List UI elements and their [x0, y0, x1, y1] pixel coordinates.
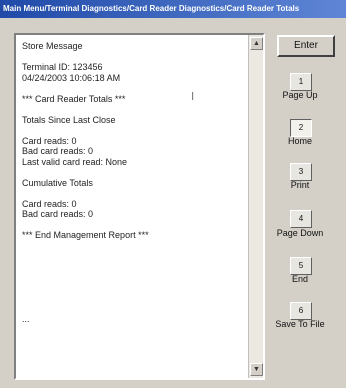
report-line: Bad card reads: 0 — [22, 209, 94, 219]
report-line — [22, 188, 248, 199]
print-key[interactable]: 3 — [290, 163, 312, 181]
report-line — [22, 104, 248, 115]
report-line: Bad card reads: 0 — [22, 146, 94, 156]
report-line — [22, 83, 248, 94]
report-line — [22, 293, 248, 304]
report-line — [22, 251, 248, 262]
report-panel: Store Message Terminal ID: 123456 04/24/… — [14, 33, 265, 380]
report-line: Store Message — [22, 41, 83, 51]
report-line: Card reads: 0 — [22, 198, 77, 209]
report-line: ... — [22, 314, 30, 324]
home-label: Home — [287, 136, 312, 146]
page-down-key[interactable]: 4 — [290, 210, 312, 228]
report-line: *** Card Reader Totals *** — [22, 93, 126, 104]
page-up-label: Page Up — [282, 90, 318, 100]
report-line — [22, 167, 248, 178]
report-line — [22, 304, 248, 315]
report-line: Totals Since Last Close — [22, 114, 116, 125]
report-line — [22, 262, 248, 273]
report-line: *** End Management Report *** — [22, 230, 149, 240]
report-line — [22, 125, 248, 136]
report-text: Store Message Terminal ID: 123456 04/24/… — [22, 41, 248, 335]
report-line — [22, 241, 248, 252]
report-line: Last valid card read: None — [22, 156, 128, 167]
report-line: 04/24/2003 10:06:18 AM — [22, 72, 121, 83]
report-line — [22, 52, 248, 63]
text-cursor-icon: I — [191, 90, 195, 103]
report-line: Terminal ID: 123456 — [22, 62, 103, 72]
page-up-key[interactable]: 1 — [290, 73, 312, 91]
end-key[interactable]: 5 — [290, 257, 312, 275]
arrow-down-icon[interactable]: ▼ — [250, 363, 263, 376]
end-label: End — [291, 274, 308, 284]
save-to-file-label: Save To File — [275, 319, 325, 329]
report-line — [22, 325, 248, 336]
report-line — [22, 220, 248, 231]
window-title: Main Menu/Terminal Diagnostics/Card Read… — [0, 0, 346, 18]
report-line: Card reads: 0 — [22, 135, 77, 146]
page-down-label: Page Down — [276, 228, 324, 238]
arrow-up-icon[interactable]: ▲ — [250, 37, 263, 50]
report-line — [22, 283, 248, 294]
print-label: Print — [290, 180, 310, 190]
report-line — [22, 272, 248, 283]
report-line: Cumulative Totals — [22, 177, 93, 188]
save-to-file-key[interactable]: 6 — [290, 302, 312, 320]
enter-button[interactable]: Enter — [277, 35, 335, 57]
home-key[interactable]: 2 — [290, 119, 312, 137]
vertical-scrollbar[interactable]: ▲ ▼ — [248, 35, 263, 378]
